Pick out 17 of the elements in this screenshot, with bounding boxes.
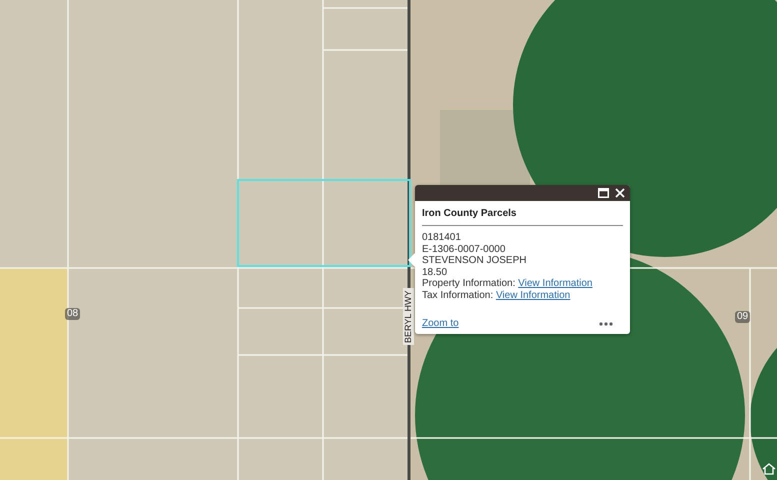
road-label: BERYL HWY bbox=[403, 288, 414, 345]
close-icon[interactable] bbox=[615, 188, 625, 198]
popup-title: Iron County Parcels bbox=[422, 208, 518, 219]
attribute-label: Tax Information: bbox=[422, 290, 494, 300]
attribute-value: E-1306-0007-0000 bbox=[422, 244, 506, 255]
more-options-icon[interactable] bbox=[599, 322, 613, 326]
view-information-link[interactable]: View Information bbox=[518, 278, 592, 289]
zoom-to-link[interactable]: Zoom to bbox=[422, 318, 459, 329]
view-information-link[interactable]: View Information bbox=[496, 290, 570, 300]
section-label: 09 bbox=[735, 311, 750, 323]
home-icon[interactable] bbox=[762, 463, 776, 475]
section-label: 08 bbox=[65, 308, 80, 320]
maximize-icon[interactable] bbox=[598, 188, 609, 198]
attribute-label: Property Information: bbox=[422, 278, 516, 289]
attribute-value: 0181401 bbox=[422, 232, 462, 244]
attribute-value: STEVENSON JOSEPH bbox=[422, 255, 528, 266]
attribute-value: 18.50 bbox=[422, 266, 448, 278]
